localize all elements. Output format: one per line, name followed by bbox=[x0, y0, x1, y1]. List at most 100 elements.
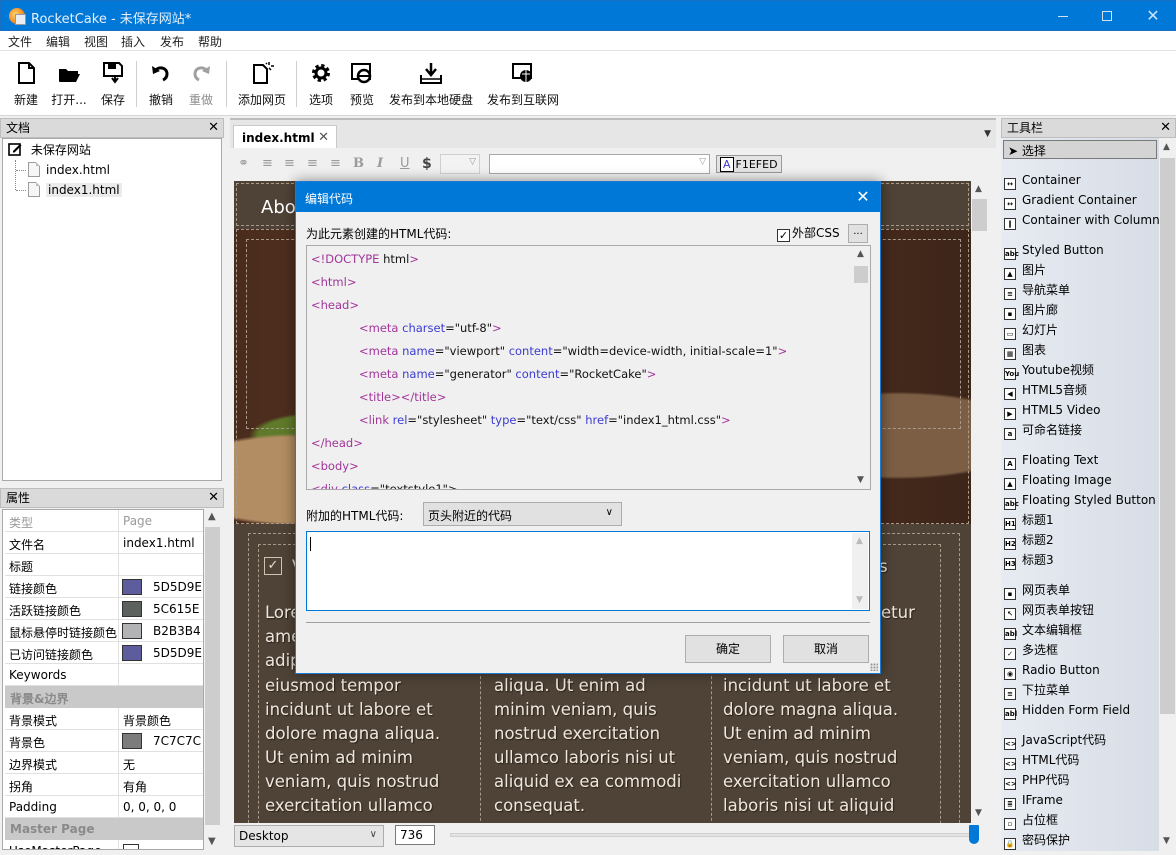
tool-item[interactable]: ▲ 图片 bbox=[1004, 260, 1046, 280]
color-swatch[interactable] bbox=[122, 733, 142, 749]
column3-text[interactable]: incidunt ut labore et dolore magna aliqu… bbox=[723, 674, 933, 818]
scroll-up-icon[interactable]: ▲ bbox=[975, 184, 982, 194]
bold-icon[interactable]: B bbox=[353, 156, 364, 171]
close-tab-icon[interactable]: ✕ bbox=[318, 130, 329, 145]
scrollbar-thumb[interactable] bbox=[205, 527, 220, 825]
scroll-down-icon[interactable]: ▼ bbox=[1163, 836, 1170, 846]
page-width-input[interactable]: 736 bbox=[395, 825, 435, 845]
prop-row-corner[interactable]: 拐角 有角 bbox=[5, 774, 203, 796]
column1-text[interactable]: eiusmod tempor incidunt ut labore et dol… bbox=[265, 674, 475, 818]
scrollbar-thumb[interactable] bbox=[854, 266, 868, 283]
tool-item[interactable]: ↔ Container bbox=[1004, 170, 1081, 190]
menu-insert[interactable]: 插入 bbox=[121, 33, 145, 50]
tool-item[interactable]: ▦ 图表 bbox=[1004, 340, 1046, 360]
minimize-button[interactable] bbox=[1040, 1, 1086, 31]
tool-item[interactable]: ✓ 多选框 bbox=[1004, 640, 1058, 660]
link-icon[interactable]: ⚭ bbox=[238, 156, 249, 171]
column2-text[interactable]: aliqua. Ut enim ad minim veniam, quis no… bbox=[494, 674, 704, 818]
tool-item[interactable]: ▪ 网页表单 bbox=[1004, 580, 1070, 600]
scrollbar-thumb[interactable] bbox=[972, 199, 987, 231]
extra-code-position-select[interactable]: 页头附近的代码 ∨ bbox=[423, 502, 622, 526]
canvas-scrollbar[interactable]: ▲ ▼ bbox=[971, 181, 988, 823]
scroll-down-icon[interactable]: ▼ bbox=[856, 595, 863, 605]
prop-section-master-page[interactable]: Master Page bbox=[5, 818, 203, 840]
prop-section-background[interactable]: 背景&边界 bbox=[5, 686, 203, 708]
tool-item[interactable]: abl Hidden Form Field bbox=[1004, 700, 1130, 720]
scroll-up-icon[interactable]: ▲ bbox=[856, 536, 863, 546]
close-toolbox-panel-button[interactable]: ✕ bbox=[1160, 119, 1171, 137]
tool-item[interactable]: 🔒 密码保护 bbox=[1004, 830, 1070, 850]
device-select[interactable]: Desktop ∨ bbox=[234, 825, 384, 847]
options-button[interactable]: 选项 bbox=[306, 59, 336, 111]
tree-root-site[interactable]: 未保存网站 bbox=[8, 140, 91, 160]
add-page-button[interactable]: 添加网页 bbox=[236, 59, 288, 111]
scroll-up-icon[interactable]: ▲ bbox=[208, 511, 216, 522]
tool-item[interactable]: H2 标题2 bbox=[1004, 530, 1054, 550]
use-master-page-checkbox[interactable] bbox=[123, 844, 139, 849]
tool-item[interactable]: ↔ Gradient Container bbox=[1004, 190, 1137, 210]
generated-code-view[interactable]: ▲ ▼ <!DOCTYPE html> <html> <head> <meta cha… bbox=[306, 245, 871, 490]
prop-row-bg-mode[interactable]: 背景模式 背景颜色 bbox=[5, 708, 203, 730]
tool-item[interactable]: ‖ Container with Columns bbox=[1004, 210, 1159, 230]
color-swatch[interactable] bbox=[122, 623, 142, 639]
tool-item[interactable]: abc Floating Styled Button bbox=[1004, 490, 1156, 510]
scroll-down-icon[interactable]: ▼ bbox=[975, 808, 982, 818]
text-color-button[interactable]: A F1EFED bbox=[716, 155, 782, 173]
dialog-title-bar[interactable]: 编辑代码 bbox=[296, 182, 880, 212]
tool-item[interactable]: ▶ HTML5 Video bbox=[1004, 400, 1100, 420]
external-css-checkbox[interactable]: ✓ 外部CSS bbox=[777, 224, 840, 242]
menu-view[interactable]: 视图 bbox=[84, 33, 108, 50]
dollar-icon[interactable]: $ bbox=[422, 156, 432, 172]
save-button[interactable]: 保存 bbox=[98, 59, 128, 111]
close-properties-panel-button[interactable]: ✕ bbox=[208, 489, 219, 507]
prop-row-use-master-page[interactable]: UseMasterPage bbox=[5, 840, 203, 849]
code-scrollbar[interactable]: ▲ ▼ bbox=[853, 246, 870, 489]
tool-item[interactable]: <> JavaScript代码 bbox=[1004, 730, 1106, 750]
tool-item[interactable]: ◉ Radio Button bbox=[1004, 660, 1100, 680]
tool-item[interactable]: ≡ 下拉菜单 bbox=[1004, 680, 1070, 700]
prop-row-hover-link-color[interactable]: 鼠标悬停时链接颜色 B2B3B4 bbox=[5, 620, 203, 642]
tool-item[interactable]: ▫ 占位框 bbox=[1004, 810, 1058, 830]
color-swatch[interactable] bbox=[122, 645, 142, 661]
prop-row-link-color[interactable]: 链接颜色 5D5D9E bbox=[5, 576, 203, 598]
toolbox-scrollbar[interactable]: ▲ ▼ bbox=[1159, 138, 1176, 851]
font-family-select[interactable]: ▽ bbox=[489, 154, 710, 174]
prop-row-bg-color[interactable]: 背景色 7C7C7C bbox=[5, 730, 203, 752]
tree-file-index[interactable]: index.html bbox=[28, 160, 110, 180]
ok-button[interactable]: 确定 bbox=[685, 635, 771, 663]
tool-select-pointer[interactable]: ➤ 选择 bbox=[1003, 140, 1157, 159]
tool-item[interactable]: ▲ Floating Image bbox=[1004, 470, 1112, 490]
tool-item[interactable]: You Youtube视频 bbox=[1004, 360, 1094, 380]
italic-icon[interactable]: I bbox=[377, 156, 383, 171]
tab-list-dropdown-icon[interactable]: ▼ bbox=[984, 129, 991, 139]
css-settings-more-button[interactable]: ... bbox=[848, 224, 868, 243]
scroll-down-icon[interactable]: ▼ bbox=[857, 475, 864, 485]
page-heading[interactable]: Abo bbox=[261, 197, 296, 218]
menu-file[interactable]: 文件 bbox=[8, 33, 32, 50]
tool-item[interactable]: <> HTML代码 bbox=[1004, 750, 1079, 770]
new-button[interactable]: 新建 bbox=[10, 59, 42, 111]
textarea-scrollbar[interactable]: ▲ ▼ bbox=[852, 533, 868, 609]
close-documents-panel-button[interactable]: ✕ bbox=[208, 119, 219, 137]
tool-item[interactable]: abc Styled Button bbox=[1004, 240, 1104, 260]
tool-item[interactable]: H1 标题1 bbox=[1004, 510, 1054, 530]
tool-item[interactable]: ↖ 网页表单按钮 bbox=[1004, 600, 1094, 620]
scroll-up-icon[interactable]: ▲ bbox=[857, 249, 864, 259]
underline-icon[interactable]: U bbox=[400, 156, 410, 171]
prop-row-title[interactable]: 标题 bbox=[5, 554, 203, 576]
properties-scrollbar[interactable]: ▲ ▼ bbox=[204, 509, 221, 850]
tree-file-index1[interactable]: index1.html bbox=[28, 180, 122, 200]
prop-row-padding[interactable]: Padding 0, 0, 0, 0 bbox=[5, 796, 203, 818]
align-left-icon[interactable]: ≡ bbox=[262, 156, 273, 171]
tool-item[interactable]: ▪ 图片廊 bbox=[1004, 300, 1058, 320]
prop-row-active-link-color[interactable]: 活跃链接颜色 5C615E bbox=[5, 598, 203, 620]
tool-item[interactable]: ≡ 导航菜单 bbox=[1004, 280, 1070, 300]
open-button[interactable]: 打开... bbox=[50, 59, 88, 111]
extra-code-textarea[interactable]: ▲ ▼ bbox=[306, 531, 870, 611]
align-right-icon[interactable]: ≡ bbox=[307, 156, 318, 171]
menu-help[interactable]: 帮助 bbox=[198, 33, 222, 50]
align-justify-icon[interactable]: ≡ bbox=[330, 156, 341, 171]
tool-item[interactable]: ▭ 幻灯片 bbox=[1004, 320, 1058, 340]
page-width-slider[interactable] bbox=[450, 833, 970, 837]
prop-row-visited-link-color[interactable]: 已访问链接颜色 5D5D9E bbox=[5, 642, 203, 664]
